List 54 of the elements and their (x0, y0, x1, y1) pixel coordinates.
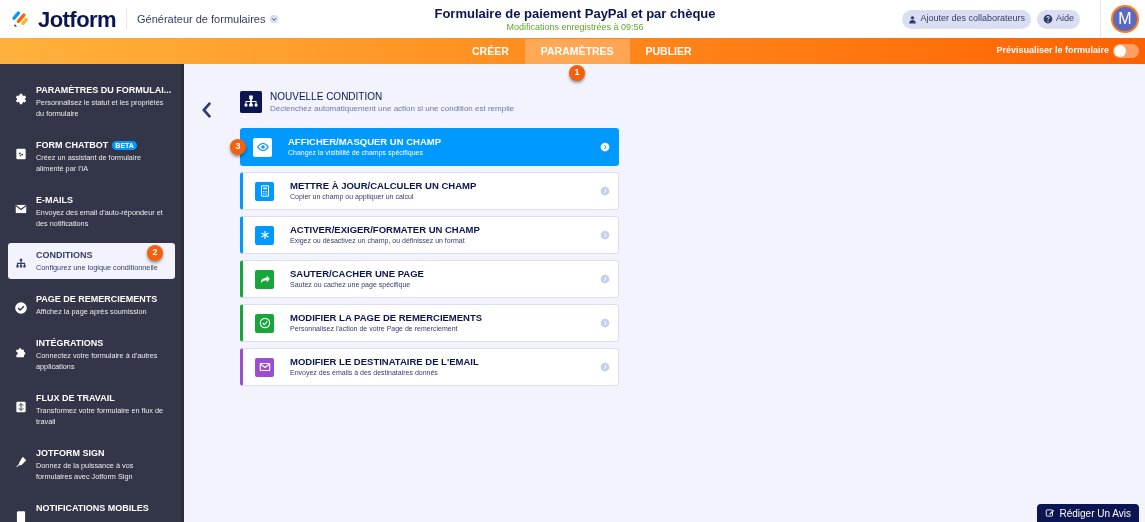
sidebar-item-title: NOTIFICATIONS MOBILES (36, 502, 149, 515)
step-marker: 1 (569, 65, 586, 81)
phone-icon (14, 510, 28, 522)
preview-toggle[interactable] (1113, 44, 1139, 58)
condition-title: SAUTER/CACHER UNE PAGE (290, 268, 424, 280)
tree-icon (14, 257, 28, 271)
step-marker: 3 (230, 139, 246, 155)
condition-title: MODIFIER LA PAGE DE REMERCIEMENTS (290, 312, 483, 324)
eye-icon (255, 140, 270, 154)
preview-label: Prévisualiser le formulaire (996, 44, 1109, 58)
sidebar-item-title: E-MAILS (36, 194, 73, 207)
chevron-right-icon (600, 274, 610, 284)
sidebar-item-title: JOTFORM SIGN (36, 447, 105, 460)
person-icon (908, 14, 918, 24)
sidebar-item[interactable]: NOTIFICATIONS MOBILES (8, 496, 175, 522)
mail-icon (14, 202, 28, 216)
write-review-button[interactable]: Rédiger Un Avis (1037, 504, 1139, 522)
condition-title: MODIFIER LE DESTINATAIRE DE L'EMAIL (290, 356, 479, 368)
step-marker: 2 (147, 245, 163, 261)
panel-title: NOUVELLE CONDITION (270, 90, 384, 103)
sidebar-item-title: FLUX DE TRAVAIL (36, 392, 115, 405)
condition-title: AFFICHER/MASQUER UN CHAMP (288, 136, 442, 148)
sidebar-item-title: PAGE DE REMERCIEMENTS (36, 293, 158, 306)
pen-icon (14, 455, 28, 469)
gear-icon (14, 92, 28, 106)
puzzle-icon (14, 345, 28, 359)
chevron-right-icon (600, 362, 610, 372)
sidebar-item-title: INTÉGRATIONS (36, 337, 104, 350)
chevron-left-icon (201, 101, 213, 119)
chevron-right-icon (600, 318, 610, 328)
help-button[interactable]: Aide (1037, 9, 1080, 29)
condition-title: METTRE À JOUR/CALCULER UN CHAMP (290, 180, 477, 192)
panel-subtitle: Déclenchez automatiquement une action si une condition est remplie (270, 103, 515, 114)
save-status: Modifications enregistrées à 09:56 (506, 22, 644, 33)
condition-title: ACTIVER/EXIGER/FORMATER UN CHAMP (290, 224, 480, 236)
help-icon (1043, 14, 1053, 24)
chevron-right-icon (600, 230, 610, 240)
check-icon (14, 301, 28, 315)
chatbot-icon (14, 147, 28, 161)
edit-icon (1045, 508, 1056, 518)
sidebar-item-title: FORM CHATBOT (36, 139, 109, 152)
chevron-right-icon (600, 186, 610, 196)
back-button[interactable] (200, 100, 214, 120)
logo-text[interactable]: Jotform (38, 2, 117, 36)
user-avatar[interactable]: M (1111, 5, 1139, 33)
chevron-down-icon (269, 14, 280, 24)
add-collaborators-button[interactable]: Ajouter des collaborateurs (902, 9, 1031, 29)
hierarchy-icon (240, 91, 262, 113)
product-menu[interactable]: Générateur de formulaires (137, 10, 280, 28)
flow-icon (14, 400, 28, 414)
form-title[interactable]: Formulaire de paiement PayPal et par chèque (434, 6, 716, 22)
chevron-right-icon (600, 142, 610, 152)
sidebar-item-title: CONDITIONS (36, 249, 93, 262)
sidebar-item-title: PARAMÈTRES DU FORMULAI... (36, 84, 172, 97)
